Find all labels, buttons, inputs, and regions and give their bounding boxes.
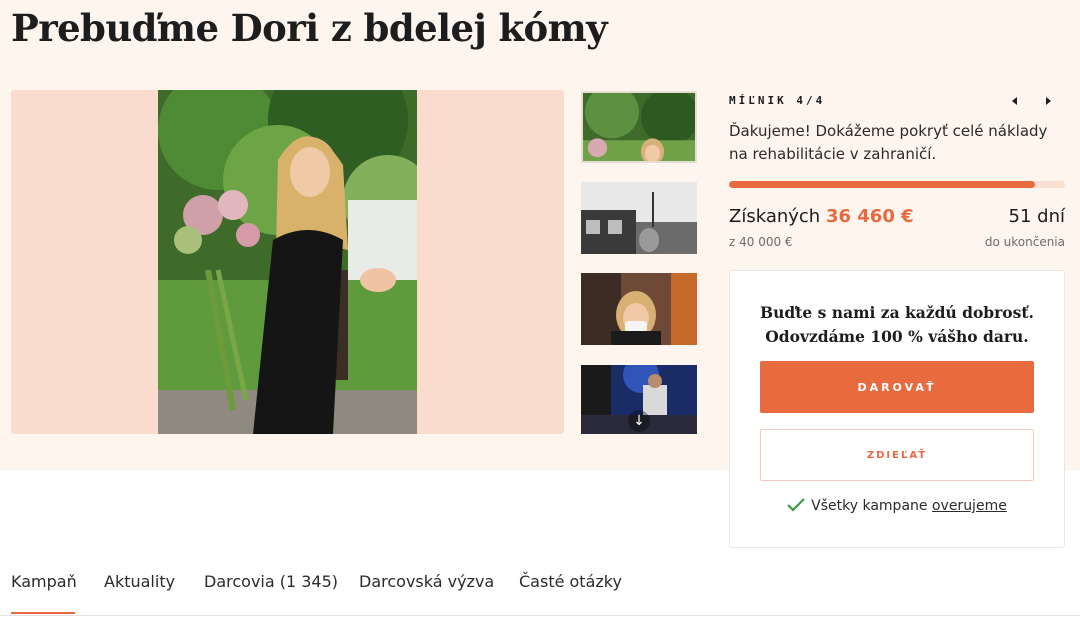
days-left: 51 dní bbox=[1008, 206, 1065, 227]
tab-donors[interactable]: Darcovia (1 345) bbox=[204, 572, 338, 591]
tab-campaign[interactable]: Kampaň bbox=[11, 572, 77, 591]
milestone-description: Ďakujeme! Dokážeme pokryť celé náklady n… bbox=[729, 122, 1048, 163]
page-title: Prebuďme Dori z bdelej kómy bbox=[11, 6, 608, 50]
active-tab-indicator bbox=[11, 612, 75, 614]
raised-amount: 36 460 € bbox=[825, 206, 914, 227]
main-campaign-image[interactable] bbox=[11, 90, 564, 434]
days-left-label: do ukončenia bbox=[984, 235, 1065, 249]
prev-milestone-icon[interactable] bbox=[1006, 92, 1024, 110]
tab-bar: Kampaň Aktuality Darcovia (1 345) Darcov… bbox=[0, 560, 1080, 616]
arrow-down-icon[interactable]: ↓ bbox=[628, 410, 650, 432]
thumbnail-1[interactable] bbox=[581, 91, 697, 163]
card-heading-line-2: Odovzdáme 100 % vášho daru. bbox=[765, 327, 1029, 346]
donate-card-heading: Buďte s nami za každú dobrosť. Odovzdáme… bbox=[730, 301, 1064, 349]
verification-link[interactable]: overujeme bbox=[932, 498, 1007, 514]
next-milestone-icon[interactable] bbox=[1039, 92, 1057, 110]
tab-donor-challenge[interactable]: Darcovská výzva bbox=[359, 572, 494, 591]
verification-note: Všetky kampane overujeme bbox=[730, 497, 1064, 514]
donate-card: Buďte s nami za každú dobrosť. Odovzdáme… bbox=[729, 270, 1065, 548]
thumbnail-4[interactable]: ↓ bbox=[581, 365, 697, 434]
tab-updates[interactable]: Aktuality bbox=[104, 572, 175, 591]
tab-faq[interactable]: Časté otázky bbox=[519, 572, 622, 591]
verification-text: Všetky kampane bbox=[811, 498, 928, 514]
thumbnail-2[interactable] bbox=[581, 182, 697, 254]
progress-fill bbox=[729, 181, 1035, 188]
raised-summary: Získaných 36 460 € bbox=[729, 206, 914, 227]
check-icon bbox=[787, 498, 805, 512]
milestone-label: MÍĽNIK 4/4 bbox=[729, 94, 826, 107]
goal-amount: z 40 000 € bbox=[729, 235, 793, 249]
progress-bar bbox=[729, 181, 1065, 188]
card-heading-line-1: Buďte s nami za každú dobrosť. bbox=[760, 303, 1034, 322]
raised-label: Získaných bbox=[729, 206, 821, 227]
share-button[interactable]: ZDIEĽAŤ bbox=[760, 429, 1034, 481]
thumbnail-3[interactable] bbox=[581, 273, 697, 345]
campaign-photo bbox=[158, 90, 417, 434]
donate-button[interactable]: DAROVAŤ bbox=[760, 361, 1034, 413]
